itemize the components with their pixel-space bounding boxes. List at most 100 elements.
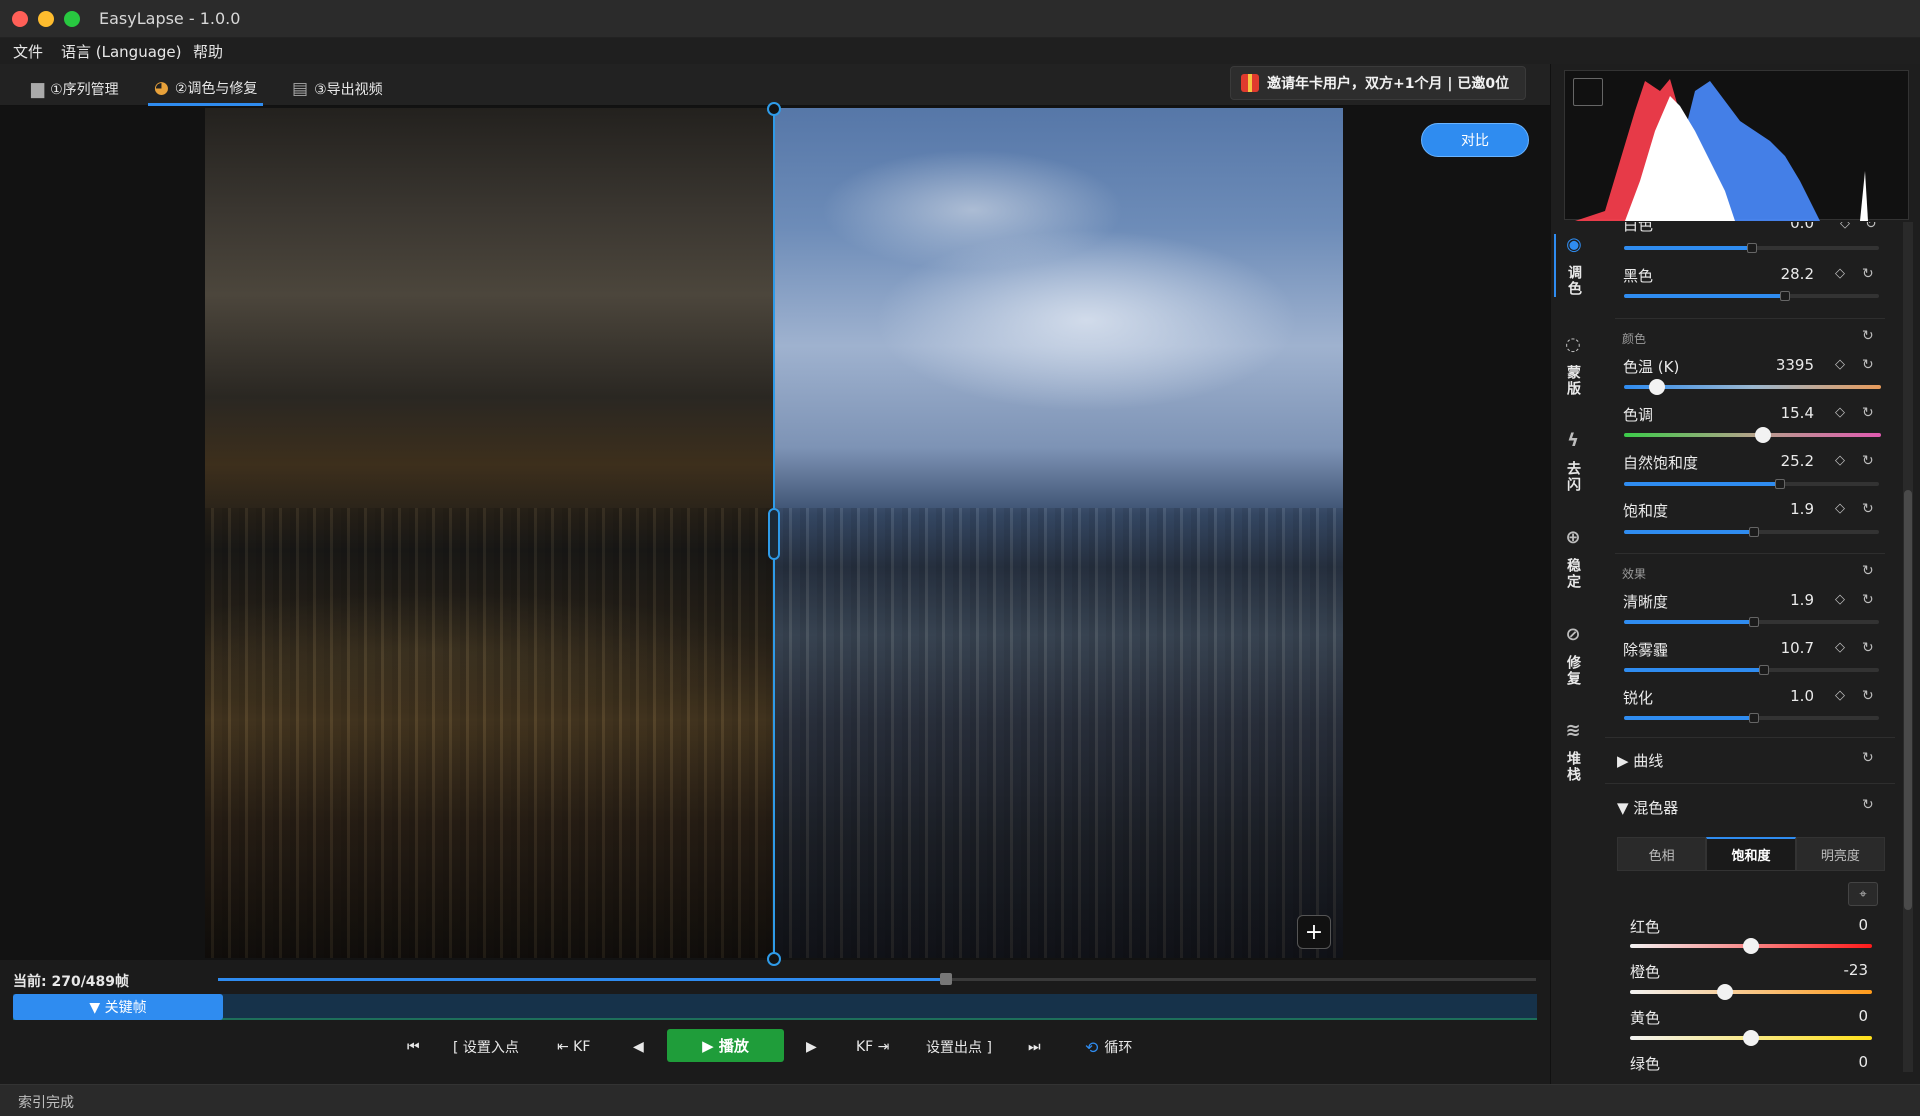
sharpen-slider-thumb[interactable] [1749, 713, 1759, 723]
sidetab-deflicker[interactable]: ϟ 去闪 [1554, 430, 1592, 493]
mixer-tab-luminance[interactable]: 明亮度 [1795, 837, 1885, 871]
menu-help[interactable]: 帮助 [193, 41, 223, 62]
invite-text: 邀请年卡用户，双方+1个月 | 已邀0位 [1267, 76, 1510, 92]
keyframe-diamond-icon[interactable]: ◇ [1835, 592, 1845, 607]
split-top-knob[interactable] [767, 102, 781, 116]
tab-label: ②调色与修复 [174, 80, 258, 97]
reset-icon[interactable]: ↻ [1862, 405, 1874, 421]
tab-sequence[interactable]: ▆ ①序列管理 [31, 72, 119, 106]
mixer-orange-value[interactable]: -23 [1808, 961, 1869, 979]
tint-value[interactable]: 15.4 [1754, 404, 1814, 422]
zoom-window-button[interactable] [64, 11, 80, 27]
mixer-tab-saturation[interactable]: 饱和度 [1706, 837, 1796, 871]
vibrance-slider-thumb[interactable] [1775, 479, 1785, 489]
sidetab-mask[interactable]: ◌ 蒙版 [1554, 334, 1592, 397]
next-keyframe-button[interactable]: KF ⇥ [856, 1030, 889, 1064]
keyframe-diamond-icon[interactable]: ◇ [1835, 266, 1845, 281]
dehaze-slider-thumb[interactable] [1759, 665, 1769, 675]
mixer-orange-slider[interactable] [1630, 990, 1872, 994]
menu-bar: 文件 语言 (Language) 帮助 [0, 38, 1920, 64]
reset-icon[interactable]: ↻ [1862, 797, 1874, 813]
prev-frame-button[interactable]: ◀ [633, 1030, 644, 1064]
blacks-value[interactable]: 28.2 [1754, 265, 1814, 283]
play-button[interactable]: ▶ 播放 [667, 1029, 784, 1062]
reset-icon[interactable]: ↻ [1862, 357, 1874, 373]
mixer-yellow-thumb[interactable] [1743, 1030, 1759, 1046]
tab-color-repair[interactable]: ◕ ②调色与修复 [148, 72, 264, 106]
tab-export[interactable]: ▤ ③导出视频 [292, 72, 383, 106]
panel-scrollbar-thumb[interactable] [1904, 490, 1912, 910]
invite-banner[interactable]: 邀请年卡用户，双方+1个月 | 已邀0位 [1230, 66, 1526, 100]
window-title: EasyLapse - 1.0.0 [99, 9, 241, 28]
compare-button[interactable]: 对比 [1421, 123, 1529, 157]
mixer-yellow-value[interactable]: 0 [1808, 1007, 1868, 1025]
menu-file[interactable]: 文件 [13, 41, 43, 62]
saturation-slider-thumb[interactable] [1749, 527, 1759, 537]
mixer-clip: 绿色 0 [1600, 1050, 1895, 1072]
close-window-button[interactable] [12, 11, 28, 27]
set-out-button[interactable]: 设置出点 ] [926, 1030, 992, 1064]
mixer-orange-thumb[interactable] [1717, 984, 1733, 1000]
go-last-button[interactable]: ⏭ [1028, 1030, 1041, 1064]
whites-slider-thumb[interactable] [1747, 243, 1757, 253]
reset-icon[interactable]: ↻ [1862, 328, 1874, 344]
clarity-value[interactable]: 1.9 [1754, 591, 1814, 609]
split-bottom-knob[interactable] [767, 952, 781, 966]
tint-slider[interactable] [1624, 433, 1881, 437]
mixer-tab-hue[interactable]: 色相 [1617, 837, 1707, 871]
split-drag-handle[interactable] [768, 508, 780, 560]
keyframe-diamond-icon[interactable]: ◇ [1835, 357, 1845, 372]
mixer-red-thumb[interactable] [1743, 938, 1759, 954]
blacks-slider-thumb[interactable] [1780, 291, 1790, 301]
mixer-green-value[interactable]: 0 [1808, 1053, 1868, 1071]
palette-icon: ◉ [1566, 234, 1582, 255]
reset-icon[interactable]: ↻ [1865, 222, 1877, 232]
sidetab-stack[interactable]: ≋ 堆栈 [1554, 720, 1592, 783]
saturation-value[interactable]: 1.9 [1754, 500, 1814, 518]
keyframe-diamond-icon[interactable]: ◇ [1835, 640, 1845, 655]
plus-icon[interactable]: + [1297, 915, 1331, 949]
eyedropper-icon[interactable]: ⌖ [1848, 882, 1878, 906]
mixer-yellow-label: 黄色 [1630, 1009, 1661, 1027]
keyframe-diamond-icon[interactable]: ◇ [1835, 688, 1845, 703]
temperature-slider-thumb[interactable] [1649, 379, 1665, 395]
keyframe-diamond-icon[interactable]: ◇ [1835, 453, 1845, 468]
clarity-slider-thumb[interactable] [1749, 617, 1759, 627]
menu-language[interactable]: 语言 (Language) [61, 41, 182, 62]
reset-icon[interactable]: ↻ [1862, 453, 1874, 469]
tint-slider-thumb[interactable] [1755, 427, 1771, 443]
scrub-thumb[interactable] [940, 973, 952, 985]
reset-icon[interactable]: ↻ [1862, 266, 1874, 282]
prev-keyframe-button[interactable]: ⇤ KF [557, 1030, 590, 1064]
vibrance-value[interactable]: 25.2 [1754, 452, 1814, 470]
temperature-value[interactable]: 3395 [1754, 356, 1814, 374]
reset-icon[interactable]: ↻ [1862, 501, 1874, 517]
loop-button[interactable]: ⟲ 循环 [1085, 1030, 1132, 1064]
status-text: 索引完成 [18, 1095, 74, 1111]
reset-icon[interactable]: ↻ [1862, 750, 1874, 766]
reset-icon[interactable]: ↻ [1862, 592, 1874, 608]
keyframe-diamond-icon[interactable]: ◇ [1835, 501, 1845, 516]
sharpen-value[interactable]: 1.0 [1754, 687, 1814, 705]
minimize-window-button[interactable] [38, 11, 54, 27]
go-first-button[interactable]: ⏮ [407, 1030, 420, 1064]
set-in-button[interactable]: [ 设置入点 [453, 1030, 519, 1064]
histogram-mode-icon[interactable] [1573, 78, 1603, 106]
keyframe-strip[interactable] [13, 994, 1537, 1020]
stabilize-icon: ⊕ [1565, 527, 1581, 548]
sidetab-repair[interactable]: ⊘ 修复 [1554, 624, 1592, 687]
reset-icon[interactable]: ↻ [1862, 688, 1874, 704]
keyframe-button[interactable]: ▼ 关键帧 [13, 994, 223, 1020]
keyframe-diamond-icon[interactable]: ◇ [1835, 405, 1845, 420]
reset-icon[interactable]: ↻ [1862, 640, 1874, 656]
mixer-header[interactable]: ▼ 混色器 [1617, 797, 1678, 818]
dehaze-value[interactable]: 10.7 [1754, 639, 1814, 657]
sidetab-color[interactable]: ◉ 调色 [1554, 234, 1592, 297]
mixer-red-value[interactable]: 0 [1808, 916, 1868, 934]
keyframe-diamond-icon[interactable]: ◇ [1840, 222, 1850, 231]
curves-header[interactable]: ▶ 曲线 [1617, 750, 1663, 771]
next-frame-button[interactable]: ▶ [806, 1030, 817, 1064]
clarity-label: 清晰度 [1623, 593, 1669, 611]
reset-icon[interactable]: ↻ [1862, 563, 1874, 579]
sidetab-stabilize[interactable]: ⊕ 稳定 [1554, 527, 1592, 590]
